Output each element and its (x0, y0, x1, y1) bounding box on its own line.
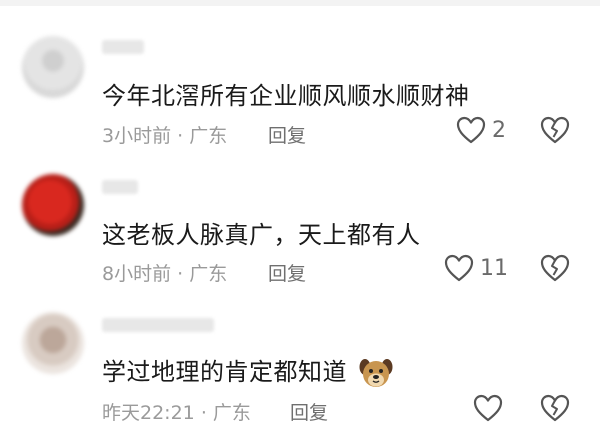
like-button[interactable]: 2 (456, 116, 506, 144)
comment-text-body: 学过地理的肯定都知道 (102, 358, 347, 386)
broken-heart-icon (540, 116, 570, 144)
comment-meta: 8小时前 · 广东 (102, 259, 227, 286)
comment-time: 昨天22:21 (102, 402, 195, 424)
heart-outline-icon (473, 394, 503, 422)
comment-time: 3小时前 (102, 125, 172, 147)
reply-button[interactable]: 回复 (290, 398, 328, 425)
like-button[interactable]: 11 (444, 254, 508, 282)
avatar[interactable] (22, 174, 84, 236)
heart-outline-icon (456, 116, 486, 144)
heart-outline-icon (444, 254, 474, 282)
broken-heart-icon (540, 254, 570, 282)
reply-button[interactable]: 回复 (268, 259, 306, 286)
broken-heart-icon (540, 394, 570, 422)
meta-separator: · (200, 402, 213, 424)
like-count: 11 (480, 255, 508, 281)
dog-face-emoji-icon (359, 359, 393, 387)
username-blurred[interactable] (102, 318, 214, 332)
top-edge (0, 0, 600, 6)
username-blurred[interactable] (102, 180, 138, 194)
comment-location: 广东 (189, 263, 228, 285)
comment-text: 这老板人脉真广，天上都有人 (102, 221, 421, 249)
comment-location: 广东 (189, 125, 228, 147)
reply-button[interactable]: 回复 (268, 121, 306, 148)
meta-separator: · (177, 263, 190, 285)
avatar[interactable] (22, 36, 84, 98)
comment-meta: 3小时前 · 广东 (102, 121, 227, 148)
comment-time: 8小时前 (102, 263, 172, 285)
dislike-button[interactable] (540, 254, 570, 286)
meta-separator: · (177, 125, 190, 147)
comment-meta: 昨天22:21 · 广东 (102, 398, 251, 425)
comment-text: 今年北滘所有企业顺风顺水顺财神 (102, 82, 470, 110)
dislike-button[interactable] (540, 116, 570, 148)
comment-text: 学过地理的肯定都知道 (102, 352, 393, 389)
comment-location: 广东 (212, 402, 251, 424)
dislike-button[interactable] (540, 394, 570, 426)
username-blurred[interactable] (102, 40, 144, 54)
like-count: 2 (492, 117, 506, 143)
like-button[interactable] (473, 394, 503, 422)
avatar[interactable] (22, 312, 84, 374)
